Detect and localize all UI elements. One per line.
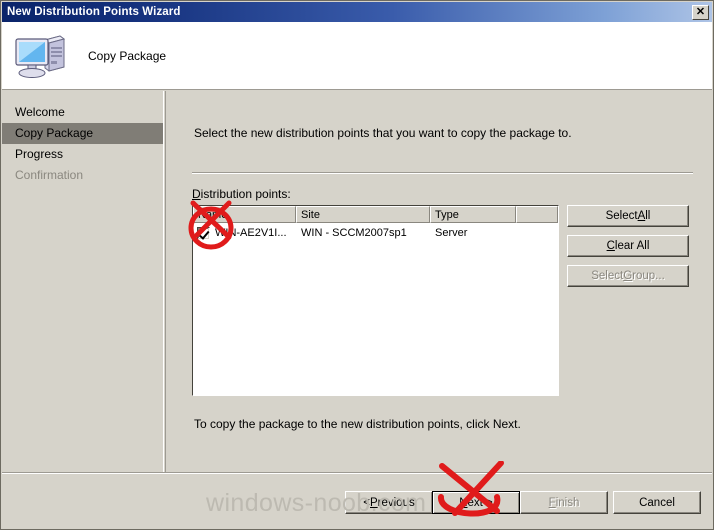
finish-accel: F — [548, 496, 556, 509]
clear-all-post: lear All — [614, 240, 650, 252]
wizard-window: New Distribution Points Wizard ✕ Copy Pa… — [0, 0, 714, 530]
row-checkbox[interactable] — [197, 226, 210, 240]
cell-site: WIN - SCCM2007sp1 — [301, 227, 407, 239]
finish-post: inish — [555, 496, 580, 509]
previous-button[interactable]: < Previous — [345, 491, 433, 514]
select-all-post: ll — [645, 210, 651, 222]
content-pane: Select the new distribution points that … — [165, 91, 713, 472]
list-header-row: Name Site Type — [193, 206, 558, 223]
select-all-button[interactable]: Select All — [567, 205, 689, 227]
window-title: New Distribution Points Wizard — [7, 6, 181, 18]
select-all-pre: Select — [605, 210, 638, 222]
cell-name: WIN-AE2V1I... — [215, 227, 287, 239]
list-action-buttons: Select All Clear All Select Group... — [567, 205, 689, 295]
select-group-accel: G — [623, 270, 633, 282]
cancel-pre: Cancel — [639, 496, 675, 509]
select-all-accel: A — [637, 210, 646, 222]
distribution-points-label: Distribution points: — [192, 187, 291, 201]
column-header-blank[interactable] — [516, 206, 558, 223]
previous-pre: < — [363, 496, 370, 509]
distribution-points-label-rest: istribution points: — [200, 187, 291, 201]
next-button[interactable]: Next > — [432, 491, 520, 514]
cell-type: Server — [435, 227, 468, 239]
sidebar-item-confirmation: Confirmation — [15, 168, 84, 182]
wizard-header: Copy Package — [2, 22, 712, 90]
sidebar-item-progress[interactable]: Progress — [2, 144, 163, 165]
next-accel: N — [459, 496, 468, 509]
sidebar-item-copy-package[interactable]: Copy Package — [2, 123, 163, 144]
instruction-text: Select the new distribution points that … — [194, 126, 572, 140]
horizontal-divider — [192, 172, 693, 174]
distribution-points-label-accel: D — [192, 187, 201, 201]
close-icon: ✕ — [695, 5, 706, 18]
title-bar: New Distribution Points Wizard ✕ — [2, 2, 712, 22]
page-title: Copy Package — [88, 48, 167, 63]
next-post: ext > — [467, 496, 493, 509]
table-row[interactable]: WIN-AE2V1I... WIN - SCCM2007sp1 Server — [193, 223, 558, 243]
column-header-type[interactable]: Type — [430, 206, 516, 223]
close-button[interactable]: ✕ — [692, 4, 709, 20]
select-group-post: roup... — [632, 270, 665, 282]
select-group-pre: Select — [591, 270, 624, 282]
column-header-name[interactable]: Name — [193, 206, 296, 223]
cancel-button[interactable]: Cancel — [613, 491, 701, 514]
footer-bar: < Previous Next > Finish Cancel — [2, 474, 712, 529]
select-group-button: Select Group... — [567, 265, 689, 287]
bottom-note-text: To copy the package to the new distribut… — [194, 417, 521, 431]
previous-post: revious — [377, 496, 415, 509]
computer-icon — [12, 31, 68, 81]
clear-all-button[interactable]: Clear All — [567, 235, 689, 257]
wizard-steps-sidebar: Welcome Copy Package Progress Confirmati… — [2, 91, 164, 529]
clear-all-accel: C — [606, 240, 615, 252]
column-header-site[interactable]: Site — [296, 206, 430, 223]
finish-button: Finish — [520, 491, 608, 514]
previous-accel: P — [369, 496, 378, 509]
sidebar-item-welcome[interactable]: Welcome — [2, 102, 163, 123]
distribution-points-list[interactable]: Name Site Type WIN-AE2V1I... WIN - SCCM2… — [192, 205, 559, 396]
